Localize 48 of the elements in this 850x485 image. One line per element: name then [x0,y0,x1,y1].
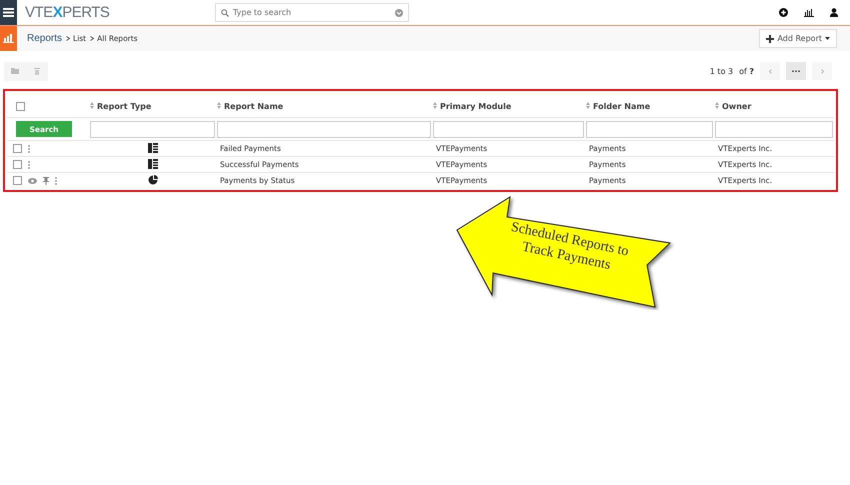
chevron-right-icon [66,36,70,41]
logo: VTEXPERTS [25,4,110,21]
column-header[interactable]: Report Name [224,102,284,110]
row-checkbox[interactable] [13,144,22,153]
page-total: of ? [739,66,754,76]
list-report-icon [148,158,158,168]
pin-icon[interactable] [43,176,49,184]
search-icon [221,8,229,16]
list-report-icon [148,142,158,152]
sort-icon[interactable] [715,102,719,108]
pie-chart-icon [148,174,158,184]
column-header[interactable]: Folder Name [593,102,650,110]
bar-chart-icon[interactable] [804,8,814,16]
delete-button[interactable] [26,62,48,80]
search-field[interactable]: Type to search [215,3,409,22]
filter-field[interactable] [90,120,215,138]
folder-icon [11,68,19,74]
eye-icon[interactable] [28,178,37,184]
folder-button[interactable] [4,62,26,80]
sort-icon[interactable] [586,102,590,108]
more-button[interactable]: ··· [786,62,806,80]
user-icon[interactable] [830,8,838,17]
add-icon[interactable] [779,8,788,17]
sort-icon[interactable] [90,102,94,108]
filter-field[interactable] [715,120,833,138]
page-range: 1 to 3 [710,66,734,76]
sort-icon[interactable] [433,102,437,108]
add-report-button[interactable]: Add Report [759,29,837,48]
filter-field[interactable] [433,120,584,138]
chevron-left-icon [768,68,772,74]
column-header[interactable]: Owner [722,102,752,110]
menu-icon[interactable] [0,0,17,25]
plus-icon [766,34,774,42]
chevron-right-icon [820,68,824,74]
caret-icon [825,37,830,40]
select-all-checkbox[interactable] [16,102,25,111]
dropdown-icon[interactable] [395,8,403,16]
module-link[interactable]: Reports [27,33,62,44]
filter-field[interactable] [217,120,431,138]
column-header[interactable]: Report Type [97,102,152,110]
chevron-right-icon [90,36,94,41]
filter-field[interactable] [586,120,713,138]
trash-icon [34,68,40,74]
sort-icon[interactable] [217,102,221,108]
column-header[interactable]: Primary Module [440,102,512,110]
row-checkbox[interactable] [13,160,22,169]
callout-text: Scheduled Reports to Track Payments [508,218,631,276]
row-checkbox[interactable] [13,176,22,185]
